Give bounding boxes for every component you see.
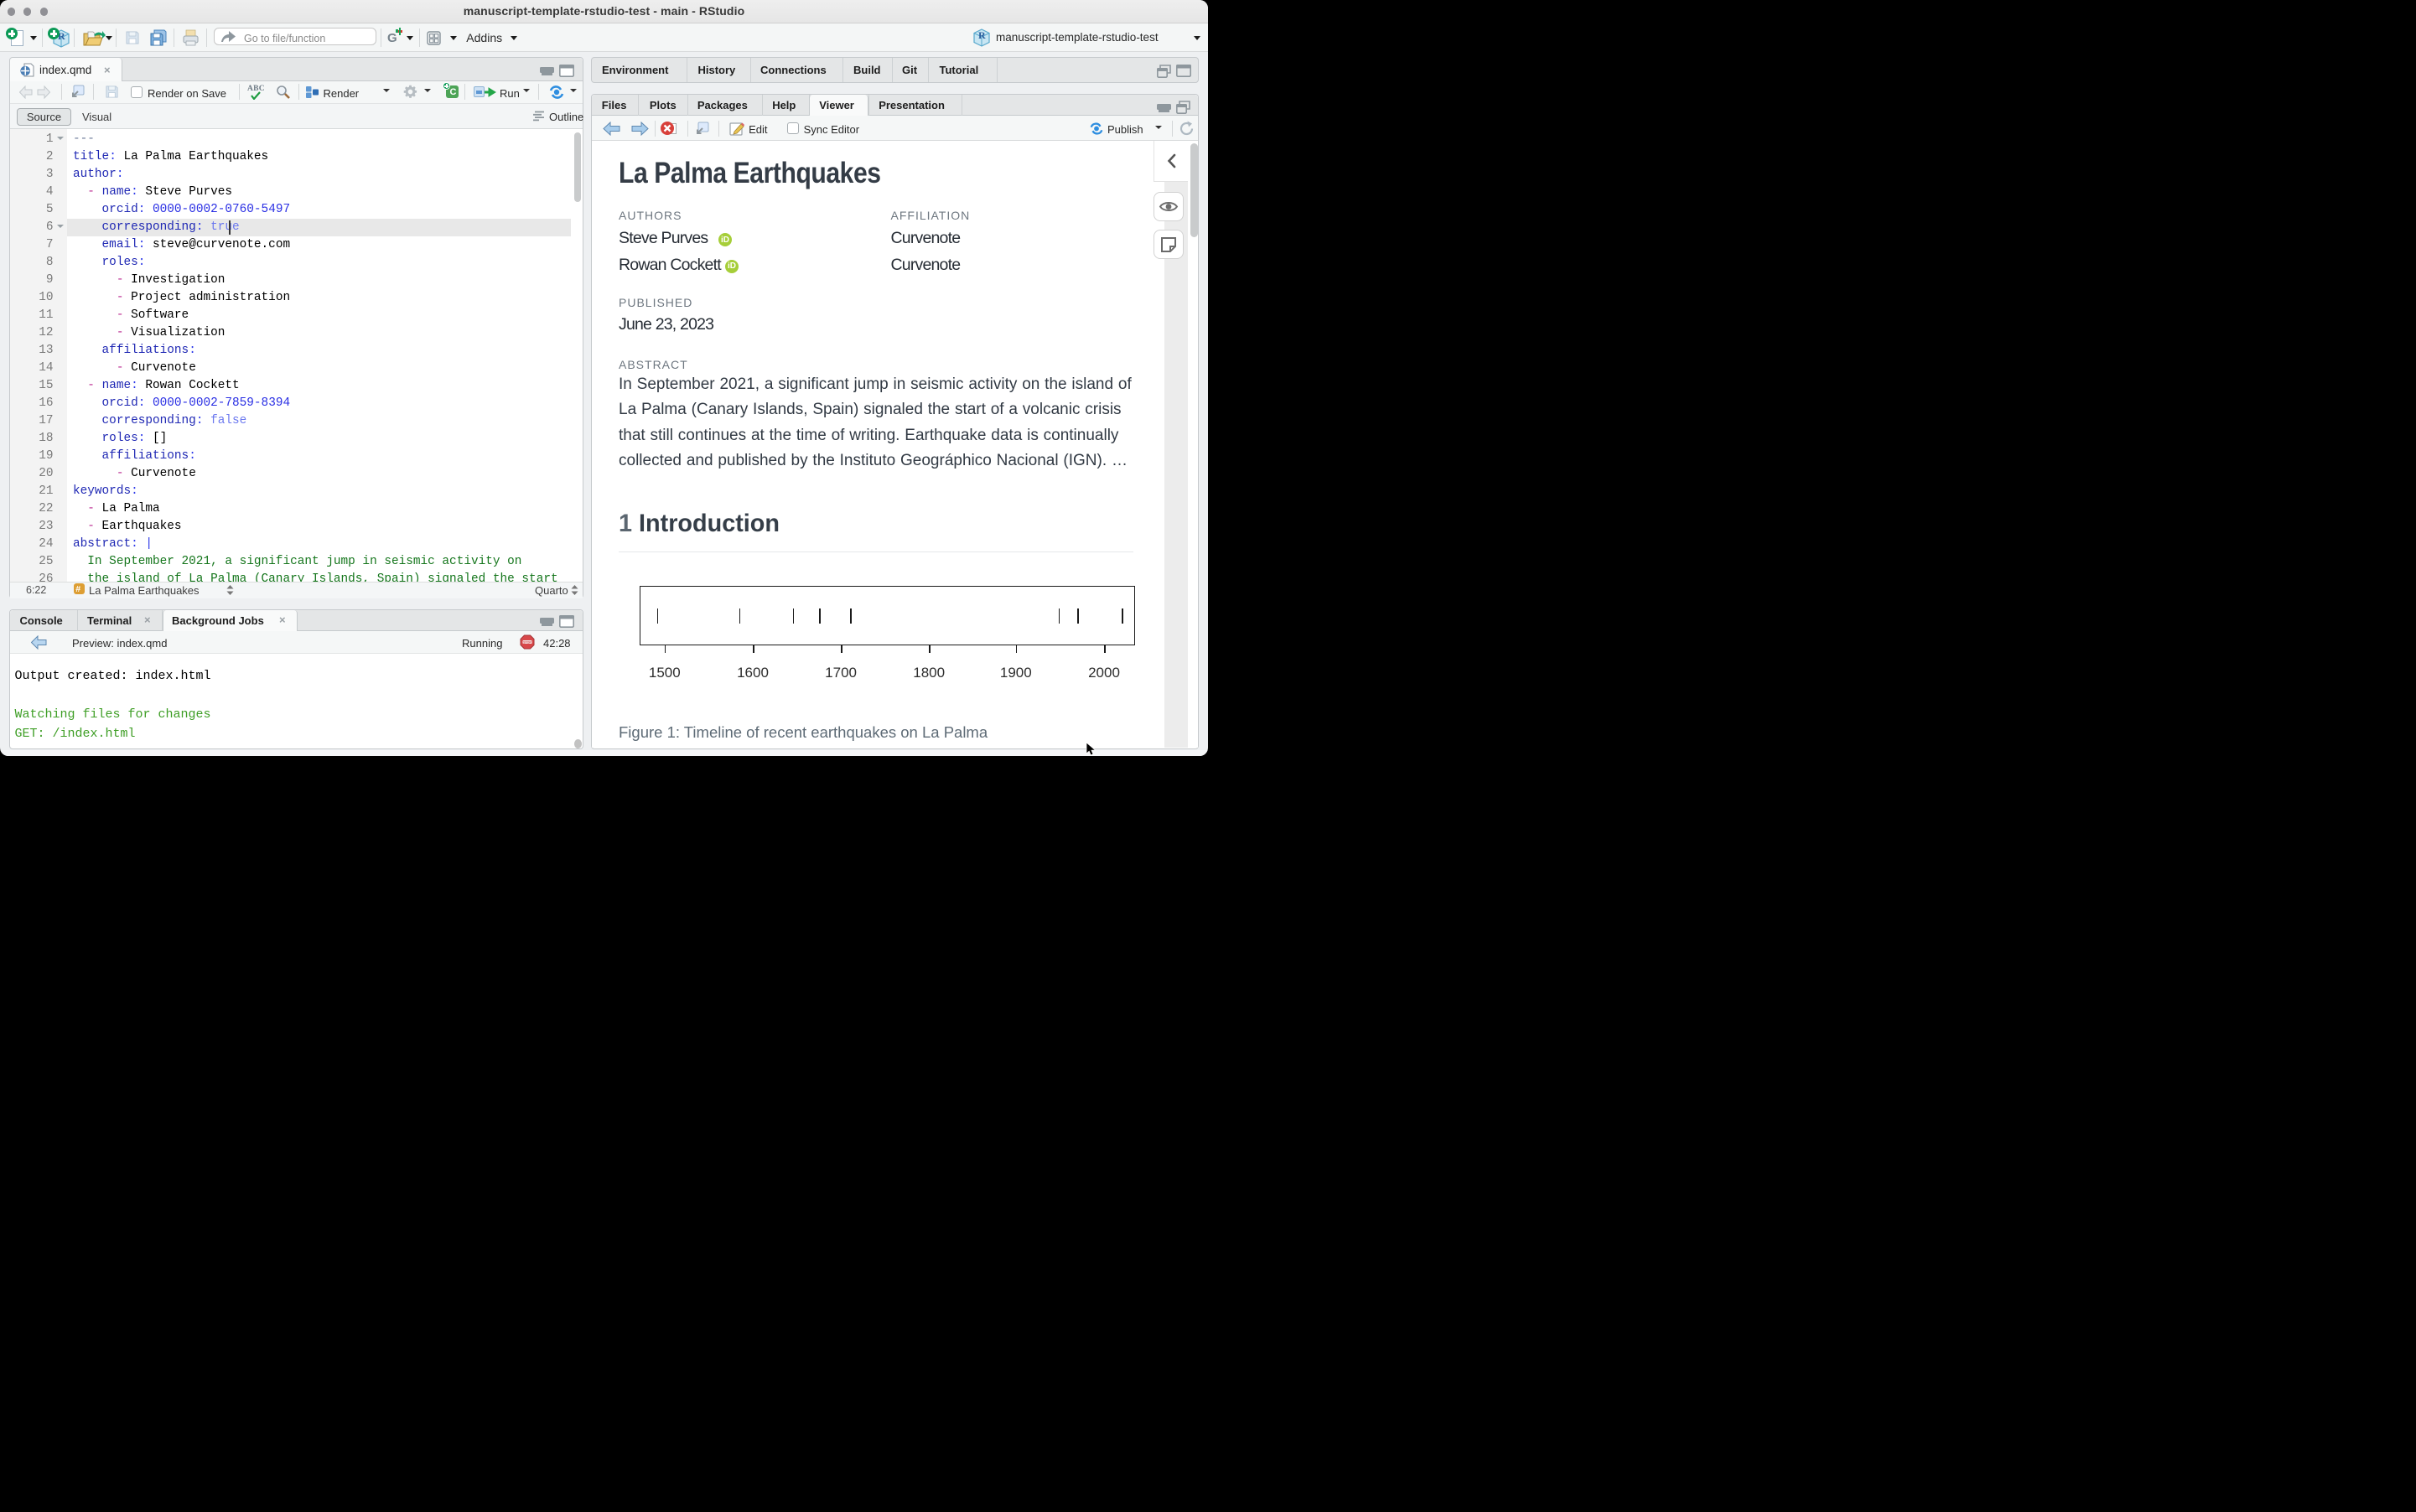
svg-text:STOP: STOP <box>523 640 531 644</box>
svg-text:R: R <box>978 29 986 41</box>
